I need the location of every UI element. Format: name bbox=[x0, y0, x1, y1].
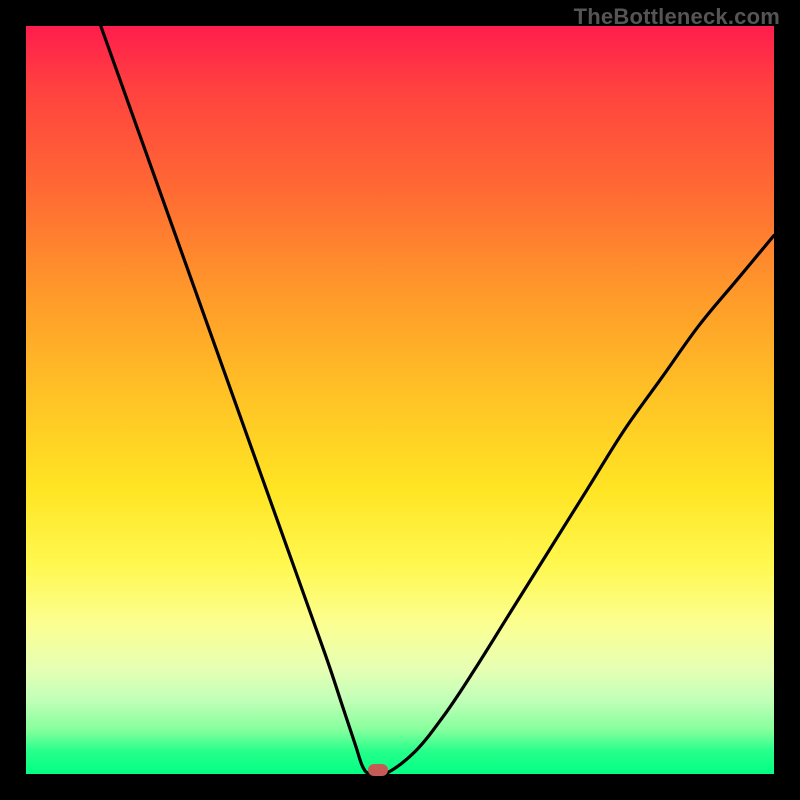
bottleneck-curve bbox=[101, 26, 774, 774]
watermark-label: TheBottleneck.com bbox=[574, 4, 780, 30]
curve-svg bbox=[26, 26, 774, 774]
chart-frame: TheBottleneck.com bbox=[0, 0, 800, 800]
minimum-marker bbox=[368, 764, 388, 776]
